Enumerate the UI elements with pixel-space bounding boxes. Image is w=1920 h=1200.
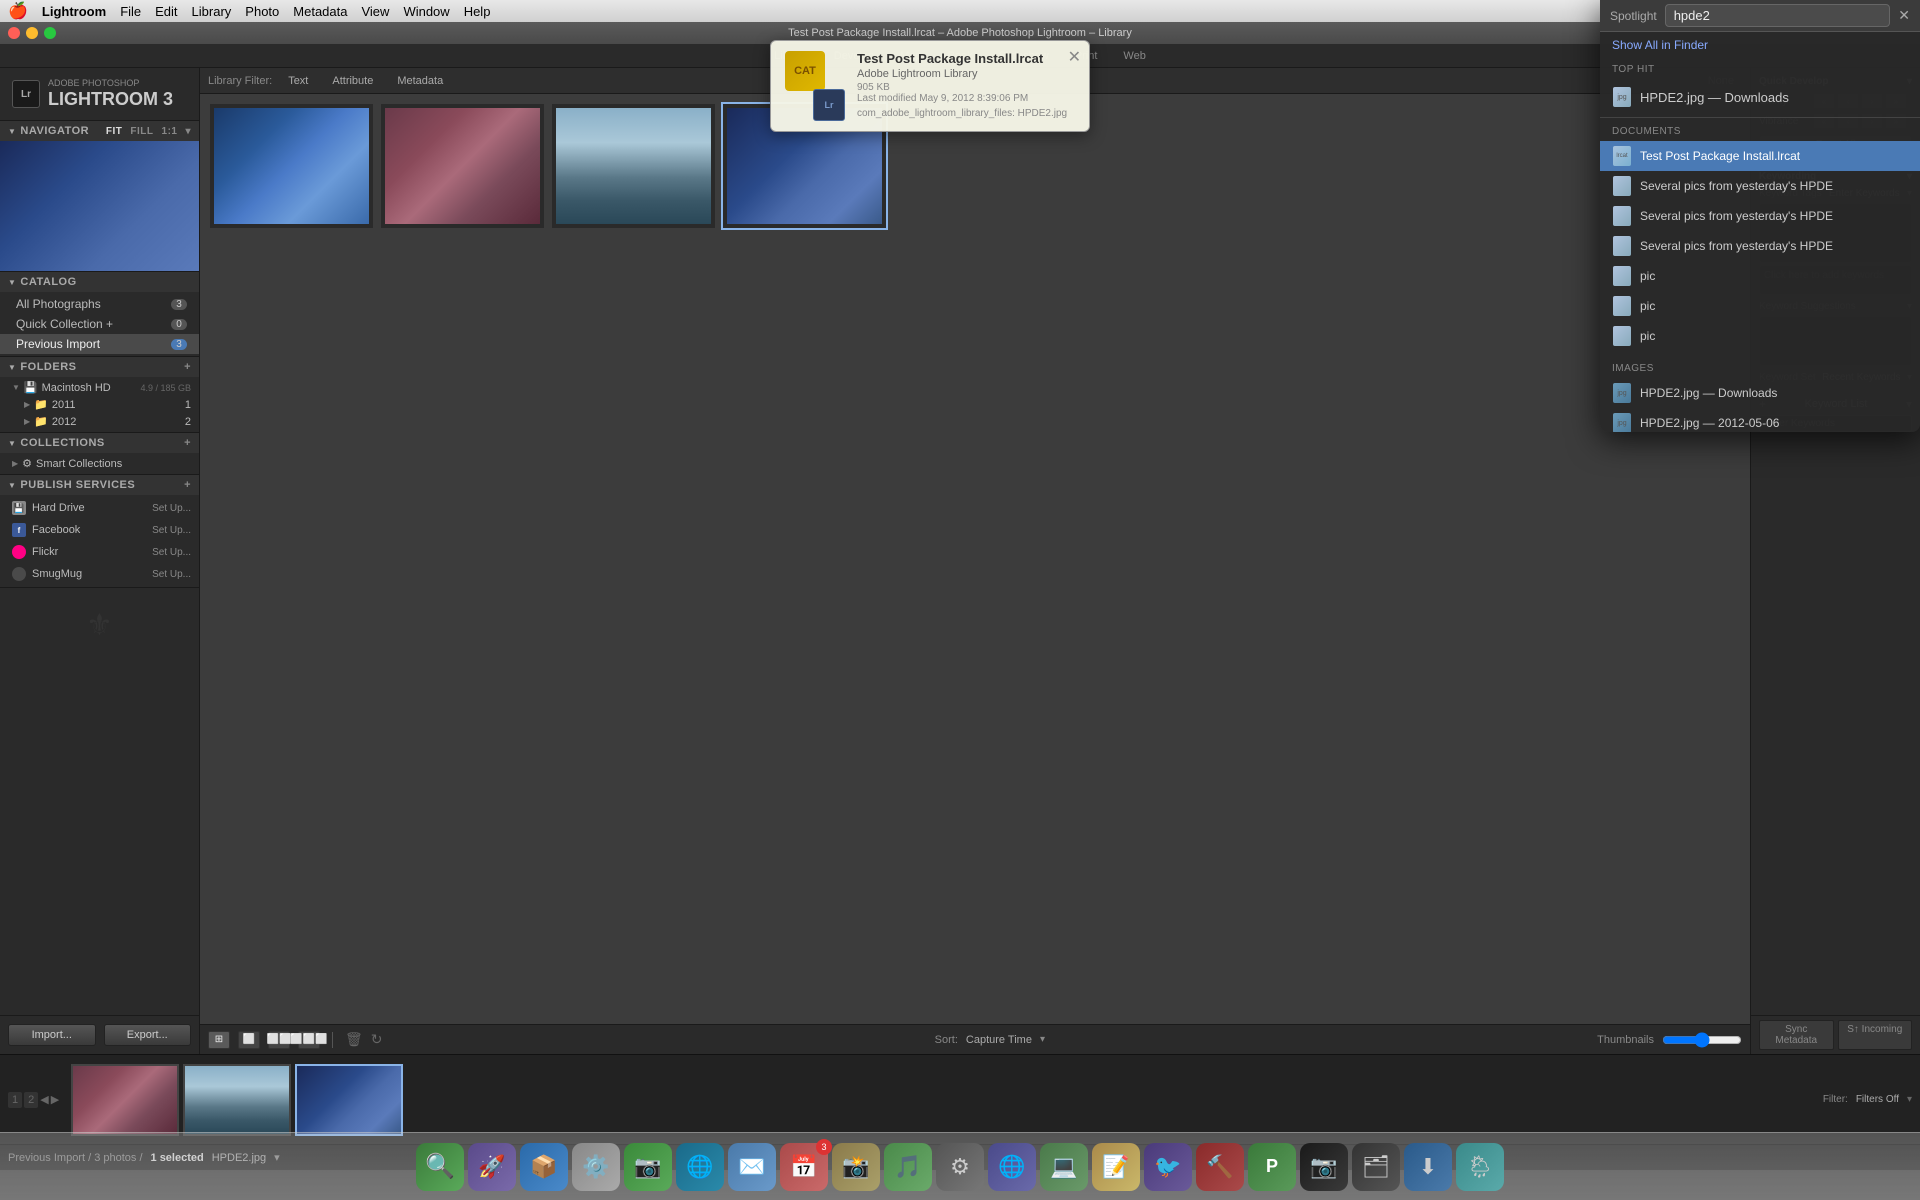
doc-6-file-icon <box>1613 326 1631 346</box>
spotlight-doc-0[interactable]: lrcat Test Post Package Install.lrcat <box>1600 141 1920 171</box>
spotlight-img-1[interactable]: jpg HPDE2.jpg — 2012-05-06 <box>1600 408 1920 432</box>
img-0-label: HPDE2.jpg — Downloads <box>1640 386 1777 400</box>
img-1-icon: jpg <box>1612 413 1632 432</box>
spotlight-img-0[interactable]: jpg HPDE2.jpg — Downloads <box>1600 378 1920 408</box>
doc-3-file-icon <box>1613 236 1631 256</box>
spotlight-doc-2[interactable]: Several pics from yesterday's HPDE <box>1600 201 1920 231</box>
spotlight-doc-3[interactable]: Several pics from yesterday's HPDE <box>1600 231 1920 261</box>
doc-0-file-icon: lrcat <box>1613 146 1631 166</box>
spotlight-overlay: Spotlight ✕ Show All in Finder Top Hit j… <box>0 0 1920 1200</box>
img-0-file-icon: jpg <box>1613 383 1631 403</box>
doc-4-file-icon <box>1613 266 1631 286</box>
img-1-label: HPDE2.jpg — 2012-05-06 <box>1640 416 1779 430</box>
doc-3-icon <box>1612 236 1632 256</box>
images-header: Images <box>1600 359 1920 378</box>
doc-2-icon <box>1612 206 1632 226</box>
doc-3-label: Several pics from yesterday's HPDE <box>1640 239 1833 253</box>
doc-6-icon <box>1612 326 1632 346</box>
spotlight-search-input[interactable] <box>1665 4 1891 27</box>
spotlight-doc-1[interactable]: Several pics from yesterday's HPDE <box>1600 171 1920 201</box>
doc-5-file-icon <box>1613 296 1631 316</box>
images-section: Images jpg HPDE2.jpg — Downloads jpg HPD… <box>1600 355 1920 432</box>
spotlight-search: Spotlight ✕ Show All in Finder Top Hit j… <box>1600 0 1920 432</box>
top-hit-icon: jpg <box>1612 87 1632 107</box>
doc-2-label: Several pics from yesterday's HPDE <box>1640 209 1833 223</box>
doc-2-file-icon <box>1613 206 1631 226</box>
spotlight-top-hit-section: Top Hit jpg HPDE2.jpg — Downloads <box>1600 58 1920 118</box>
doc-5-icon <box>1612 296 1632 316</box>
documents-section: Documents lrcat Test Post Package Instal… <box>1600 118 1920 355</box>
doc-0-icon: lrcat <box>1612 146 1632 166</box>
spotlight-doc-6[interactable]: pic <box>1600 321 1920 351</box>
doc-1-file-icon <box>1613 176 1631 196</box>
top-hit-file-icon: jpg <box>1613 87 1631 107</box>
spotlight-input-row: Spotlight ✕ <box>1600 0 1920 32</box>
spotlight-close-button[interactable]: ✕ <box>1898 7 1910 24</box>
doc-6-label: pic <box>1640 329 1655 343</box>
doc-4-label: pic <box>1640 269 1655 283</box>
doc-5-label: pic <box>1640 299 1655 313</box>
doc-4-icon <box>1612 266 1632 286</box>
doc-1-icon <box>1612 176 1632 196</box>
img-0-icon: jpg <box>1612 383 1632 403</box>
show-all-in-finder[interactable]: Show All in Finder <box>1600 32 1920 58</box>
spotlight-label: Spotlight <box>1610 9 1657 23</box>
spotlight-top-hit-item[interactable]: jpg HPDE2.jpg — Downloads <box>1600 79 1920 115</box>
spotlight-results: Show All in Finder Top Hit jpg HPDE2.jpg… <box>1600 32 1920 432</box>
top-hit-label: HPDE2.jpg — Downloads <box>1640 90 1789 105</box>
top-hit-header: Top Hit <box>1600 60 1920 79</box>
spotlight-doc-4[interactable]: pic <box>1600 261 1920 291</box>
spotlight-doc-5[interactable]: pic <box>1600 291 1920 321</box>
documents-header: Documents <box>1600 122 1920 141</box>
doc-1-label: Several pics from yesterday's HPDE <box>1640 179 1833 193</box>
doc-0-label: Test Post Package Install.lrcat <box>1640 149 1800 163</box>
img-1-file-icon: jpg <box>1613 413 1631 432</box>
